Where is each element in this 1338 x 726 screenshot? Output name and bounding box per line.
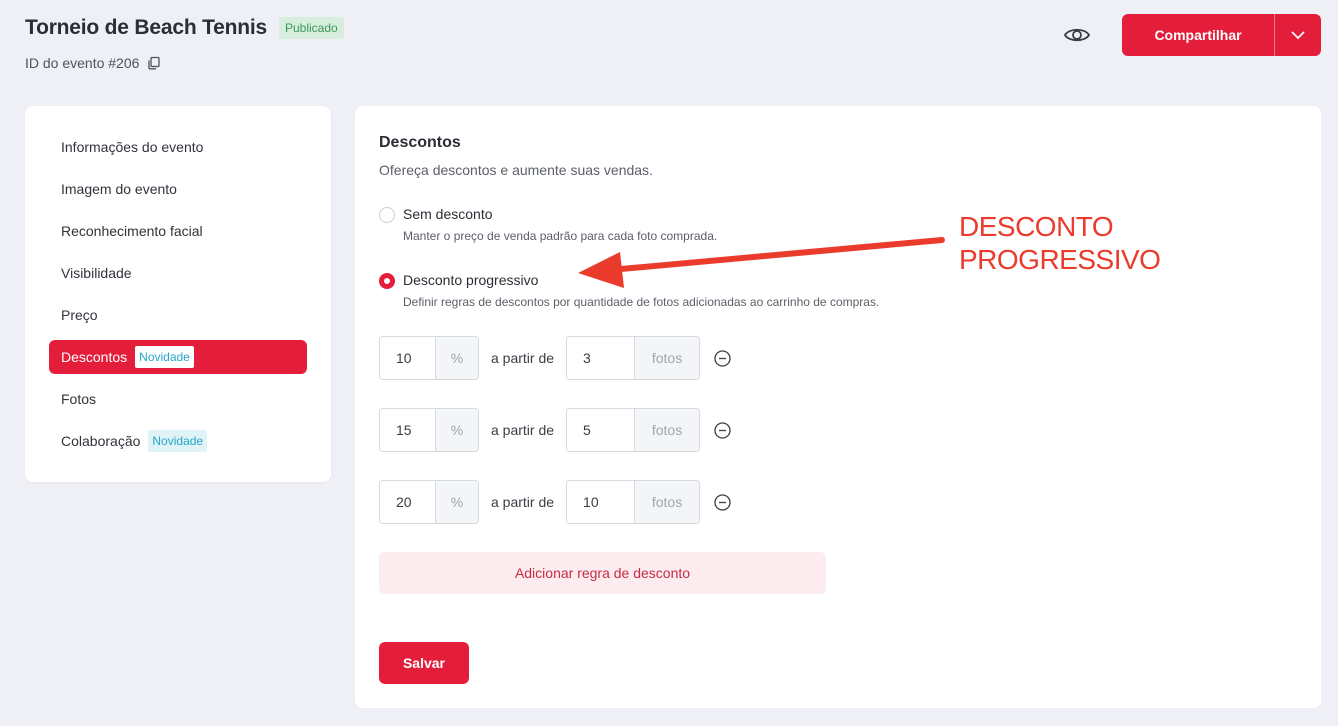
quantity-input[interactable] — [567, 481, 635, 523]
quantity-input[interactable] — [567, 337, 635, 379]
percent-suffix: % — [435, 337, 478, 379]
percent-suffix: % — [435, 409, 478, 451]
event-id-row: ID do evento #206 — [25, 55, 161, 71]
quantity-input[interactable] — [567, 409, 635, 451]
page-header: Torneio de Beach Tennis Publicado — [25, 16, 344, 40]
remove-rule-icon[interactable] — [714, 349, 731, 367]
radio-progressive-discount[interactable] — [379, 273, 395, 289]
section-subtitle: Ofereça descontos e aumente suas vendas. — [379, 162, 653, 178]
annotation-arrow — [578, 237, 945, 288]
sidebar-item-visibility[interactable]: Visibilidade — [49, 256, 307, 290]
page-title: Torneio de Beach Tennis — [25, 16, 267, 39]
connector-label: a partir de — [491, 494, 555, 510]
new-tag: Novidade — [148, 430, 208, 452]
percent-input-group: % — [379, 408, 479, 452]
chevron-down-icon — [1291, 31, 1305, 40]
status-badge: Publicado — [279, 17, 344, 39]
sidebar-item-price[interactable]: Preço — [49, 298, 307, 332]
share-button-group: Compartilhar — [1122, 14, 1321, 56]
discount-rule-row: % a partir de fotos — [379, 480, 731, 524]
quantity-input-group: fotos — [566, 480, 701, 524]
quantity-suffix: fotos — [634, 481, 700, 523]
eye-icon[interactable] — [1063, 24, 1091, 46]
sidebar-item-collaboration[interactable]: Colaboração Novidade — [49, 424, 307, 458]
sidebar-item-label: Descontos — [61, 349, 128, 365]
sidebar-item-label: Preço — [61, 307, 98, 323]
percent-input[interactable] — [380, 481, 435, 523]
connector-label: a partir de — [491, 422, 555, 438]
sidebar-item-photos[interactable]: Fotos — [49, 382, 307, 416]
remove-rule-icon[interactable] — [714, 421, 731, 439]
radio-no-discount[interactable] — [379, 207, 395, 223]
sidebar-item-face-recognition[interactable]: Reconhecimento facial — [49, 214, 307, 248]
sidebar-item-label: Imagem do evento — [61, 181, 177, 197]
annotation-line: PROGRESSIVO — [959, 244, 1161, 275]
connector-label: a partir de — [491, 350, 555, 366]
discount-rule-row: % a partir de fotos — [379, 408, 731, 452]
add-rule-button[interactable]: Adicionar regra de desconto — [379, 552, 826, 594]
event-id-label: ID do evento #206 — [25, 55, 140, 71]
quantity-input-group: fotos — [566, 336, 701, 380]
sidebar-item-event-image[interactable]: Imagem do evento — [49, 172, 307, 206]
percent-input[interactable] — [380, 337, 435, 379]
sidebar-item-label: Informações do evento — [61, 139, 204, 155]
annotation-callout: DESCONTO PROGRESSIVO — [959, 210, 1189, 276]
annotation-line: DESCONTO — [959, 211, 1114, 242]
share-button[interactable]: Compartilhar — [1122, 14, 1274, 56]
quantity-suffix: fotos — [634, 409, 700, 451]
sidebar-item-label: Colaboração — [61, 433, 141, 449]
copy-icon[interactable] — [147, 56, 161, 70]
percent-suffix: % — [435, 481, 478, 523]
percent-input[interactable] — [380, 409, 435, 451]
section-title: Descontos — [379, 134, 461, 151]
quantity-suffix: fotos — [634, 337, 700, 379]
sidebar-item-label: Visibilidade — [61, 265, 132, 281]
percent-input-group: % — [379, 336, 479, 380]
percent-input-group: % — [379, 480, 479, 524]
share-dropdown-toggle[interactable] — [1274, 14, 1321, 56]
sidebar-item-label: Fotos — [61, 391, 97, 407]
discount-rule-row: % a partir de fotos — [379, 336, 731, 380]
sidebar-item-event-info[interactable]: Informações do evento — [49, 130, 307, 164]
quantity-input-group: fotos — [566, 408, 701, 452]
option-label: Sem desconto — [403, 206, 493, 222]
discounts-card: Descontos Ofereça descontos e aumente su… — [355, 106, 1321, 708]
sidebar-item-label: Reconhecimento facial — [61, 223, 203, 239]
option-description: Definir regras de descontos por quantida… — [403, 295, 880, 309]
settings-sidebar: Informações do evento Imagem do evento R… — [25, 106, 331, 482]
remove-rule-icon[interactable] — [714, 493, 731, 511]
save-button[interactable]: Salvar — [379, 642, 469, 684]
sidebar-item-discounts[interactable]: Descontos Novidade — [49, 340, 307, 374]
new-tag: Novidade — [135, 346, 194, 368]
